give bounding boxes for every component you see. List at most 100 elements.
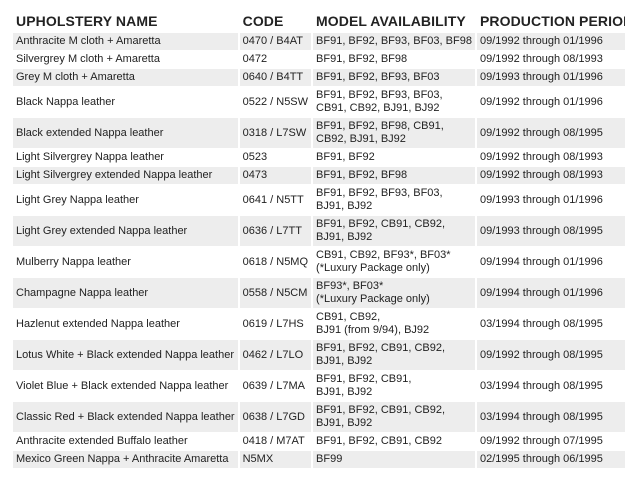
model-availability-cell: BF91, BF92, CB91, CB92, BJ91, BJ92 [313, 340, 475, 370]
table-row: Black extended Nappa leather 0318 / L7SW B… [13, 118, 625, 148]
model-line: BF91, BF92, BF98 [316, 169, 408, 181]
upholstery-name-cell: Mexico Green Nappa + Anthracite Amaretta [13, 451, 238, 468]
model-line: BF91, BF92, CB91, CB92, [316, 342, 446, 354]
model-line: BF91, BF92, CB91, CB92, [316, 404, 446, 416]
production-period-cell: 09/1993 through 08/1995 [476, 216, 625, 246]
upholstery-name-cell: Champagne Nappa leather [13, 278, 238, 308]
header-code: CODE [242, 13, 284, 29]
table-row: Mexico Green Nappa + Anthracite Amaretta… [13, 451, 625, 468]
code-cell: 0473 [239, 167, 312, 184]
model-availability-cell: BF91, BF92 [313, 149, 475, 166]
production-period-cell: 03/1994 through 08/1995 [476, 371, 625, 401]
model-line: BF91, BF92, BF98 [316, 53, 408, 65]
upholstery-name-cell: Hazlenut extended Nappa leather [13, 309, 238, 339]
production-period-cell: 03/1994 through 08/1995 [476, 402, 625, 432]
upholstery-name-cell: Anthracite extended Buffalo leather [13, 433, 238, 450]
table-row: Hazlenut extended Nappa leather 0619 / L7… [13, 309, 625, 339]
model-line: BJ91, BJ92 [316, 231, 373, 243]
table-row: Anthracite M cloth + Amaretta 0470 / B4AT… [13, 33, 625, 50]
model-line: BF91, BF92, BF93, BF03, [316, 89, 443, 101]
model-line: BF91, BF92, BF93, BF03, BF98 [316, 35, 472, 47]
code-cell: 0418 / M7AT [239, 433, 312, 450]
header-model-availability: MODEL AVAILABILITY [316, 13, 466, 29]
model-line: CB91, CB92, BF93*, BF03* [316, 249, 451, 261]
code-cell: 0640 / B4TT [239, 69, 312, 86]
model-availability-cell: BF91, BF92, CB91, CB92 [313, 433, 475, 450]
table-row: Light Silvergrey extended Nappa leather 0… [13, 167, 625, 184]
model-availability-cell: BF91, BF92, BF93, BF03 [313, 69, 475, 86]
code-cell: 0318 / L7SW [239, 118, 312, 148]
table-row: Violet Blue + Black extended Nappa leath… [13, 371, 625, 401]
upholstery-table: UPHOLSTERY NAME CODE MODEL AVAILABILITY … [11, 10, 625, 469]
production-period-cell: 09/1993 through 01/1996 [476, 69, 625, 86]
model-availability-cell: CB91, CB92, BF93*, BF03* (*Luxury Package… [313, 247, 475, 277]
model-line: BF91, BF92, CB91, [316, 373, 412, 385]
upholstery-name-cell: Silvergrey M cloth + Amaretta [13, 51, 238, 68]
production-period-cell: 09/1992 through 08/1993 [476, 51, 625, 68]
code-cell: 0639 / L7MA [239, 371, 312, 401]
model-availability-cell: BF91, BF92, BF93, BF03, BJ91, BJ92 [313, 185, 475, 215]
upholstery-name-cell: Mulberry Nappa leather [13, 247, 238, 277]
table-body: Anthracite M cloth + Amaretta 0470 / B4AT… [13, 33, 625, 468]
model-availability-cell: BF91, BF92, BF93, BF03, BF98 [313, 33, 475, 50]
upholstery-name-cell: Light Silvergrey extended Nappa leather [13, 167, 238, 184]
model-line: (*Luxury Package only) [316, 293, 430, 305]
upholstery-name-cell: Anthracite M cloth + Amaretta [13, 33, 238, 50]
model-line: BF91, BF92, CB91, CB92, [316, 218, 446, 230]
upholstery-name-cell: Classic Red + Black extended Nappa leath… [13, 402, 238, 432]
model-availability-cell: BF91, BF92, CB91, BJ91, BJ92 [313, 371, 475, 401]
code-cell: 0618 / N5MQ [239, 247, 312, 277]
model-availability-cell: BF91, BF92, BF98, CB91, CB92, BJ91, BJ92 [313, 118, 475, 148]
production-period-cell: 09/1992 through 08/1995 [476, 340, 625, 370]
upholstery-name-cell: Lotus White + Black extended Nappa leath… [13, 340, 238, 370]
production-period-cell: 09/1994 through 01/1996 [476, 278, 625, 308]
code-cell: 0558 / N5CM [239, 278, 312, 308]
code-cell: 0523 [239, 149, 312, 166]
code-cell: 0462 / L7LO [239, 340, 312, 370]
model-availability-cell: BF93*, BF03* (*Luxury Package only) [313, 278, 475, 308]
code-cell: 0470 / B4AT [239, 33, 312, 50]
model-line: BF91, BF92, BF93, BF03, [316, 187, 443, 199]
upholstery-name-cell: Light Silvergrey Nappa leather [13, 149, 238, 166]
header-production-period: PRODUCTION PERIOD [479, 13, 625, 29]
table-row: Anthracite extended Buffalo leather 0418 … [13, 433, 625, 450]
production-period-cell: 09/1992 through 01/1996 [476, 33, 625, 50]
upholstery-name-cell: Light Grey extended Nappa leather [13, 216, 238, 246]
table-row: Light Grey Nappa leather 0641 / N5TT BF91,… [13, 185, 625, 215]
model-availability-cell: BF91, BF92, BF93, BF03, CB91, CB92, BJ91,… [313, 87, 475, 117]
table-row: Silvergrey M cloth + Amaretta 0472 BF91, B… [13, 51, 625, 68]
model-line: BF91, BF92, BF98, CB91, [316, 120, 444, 132]
model-availability-cell: BF91, BF92, BF98 [313, 167, 475, 184]
model-availability-cell: BF91, BF92, CB91, CB92, BJ91, BJ92 [313, 402, 475, 432]
model-availability-cell: CB91, CB92, BJ91 (from 9/94), BJ92 [313, 309, 475, 339]
table-row: Lotus White + Black extended Nappa leath… [13, 340, 625, 370]
model-line: BJ91, BJ92 [316, 386, 373, 398]
table-header-row: UPHOLSTERY NAME CODE MODEL AVAILABILITY … [13, 11, 625, 32]
code-cell: 0619 / L7HS [239, 309, 312, 339]
model-line: BJ91, BJ92 [316, 355, 373, 367]
code-cell: 0638 / L7GD [239, 402, 312, 432]
table-row: Mulberry Nappa leather 0618 / N5MQ CB91, C… [13, 247, 625, 277]
model-line: BF91, BF92, BF93, BF03 [316, 71, 440, 83]
model-availability-cell: BF99 [313, 451, 475, 468]
model-availability-cell: BF91, BF92, CB91, CB92, BJ91, BJ92 [313, 216, 475, 246]
table-row: Champagne Nappa leather 0558 / N5CM BF93*,… [13, 278, 625, 308]
model-line: BF93*, BF03* [316, 280, 384, 292]
table-row: Light Grey extended Nappa leather 0636 / … [13, 216, 625, 246]
production-period-cell: 09/1992 through 07/1995 [476, 433, 625, 450]
code-cell: 0472 [239, 51, 312, 68]
model-line: CB91, CB92, [316, 311, 381, 323]
model-line: BJ91, BJ92 [316, 200, 373, 212]
table-row: Light Silvergrey Nappa leather 0523 BF91, … [13, 149, 625, 166]
table-row: Grey M cloth + Amaretta 0640 / B4TT BF91, … [13, 69, 625, 86]
upholstery-name-cell: Violet Blue + Black extended Nappa leath… [13, 371, 238, 401]
model-availability-cell: BF91, BF92, BF98 [313, 51, 475, 68]
page: UPHOLSTERY NAME CODE MODEL AVAILABILITY … [0, 0, 625, 469]
production-period-cell: 09/1992 through 01/1996 [476, 87, 625, 117]
table-row: Classic Red + Black extended Nappa leath… [13, 402, 625, 432]
code-cell: 0522 / N5SW [239, 87, 312, 117]
production-period-cell: 09/1992 through 08/1993 [476, 167, 625, 184]
upholstery-name-cell: Grey M cloth + Amaretta [13, 69, 238, 86]
upholstery-name-cell: Black Nappa leather [13, 87, 238, 117]
code-cell: 0636 / L7TT [239, 216, 312, 246]
